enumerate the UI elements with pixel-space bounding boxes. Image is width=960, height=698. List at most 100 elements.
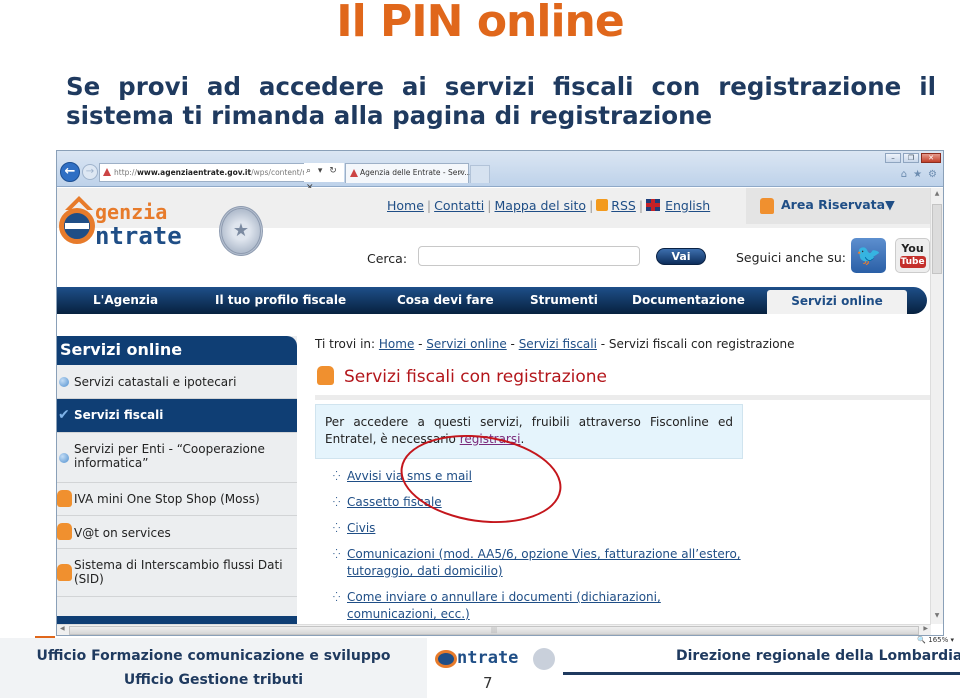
emblem-icon <box>533 648 555 670</box>
zoom-level[interactable]: 🔍 165% ▾ <box>917 636 954 644</box>
list-item: ⁛ Cassetto fiscale <box>325 494 745 511</box>
checkmark-icon: ✔ <box>58 406 70 423</box>
site-favicon-icon <box>103 168 111 176</box>
area-riservata-menu[interactable]: Area Riservata▼ <box>746 188 931 224</box>
settings-gear-icon[interactable]: ⚙ <box>928 169 937 180</box>
sidebar-item-servizi-fiscali[interactable]: ✔ Servizi fiscali <box>57 399 297 433</box>
link-comunicazioni[interactable]: Comunicazioni (mod. AA5/6, opzione Vies,… <box>347 547 741 578</box>
sidebar-item-iva-moss[interactable]: IVA mini One Stop Shop (Moss) <box>57 483 297 516</box>
bullet-icon: ⁛ <box>333 472 341 482</box>
link-civis[interactable]: Civis <box>347 521 375 535</box>
nav-cosa-devi-fare[interactable]: Cosa devi fare <box>397 287 494 314</box>
list-item: ⁛ Civis <box>325 520 745 537</box>
bullet-icon: ⁛ <box>333 593 341 603</box>
link-come-inviare[interactable]: Come inviare o annullare i documenti (di… <box>347 590 661 621</box>
services-list: ⁛ Avvisi via sms e mail ⁛ Cassetto fiscale… <box>325 468 745 624</box>
tab-favicon-icon <box>350 169 358 177</box>
sidebar: Servizi online Servizi catastali e ipote… <box>57 336 297 624</box>
link-avvisi[interactable]: Avvisi via sms e mail <box>347 469 472 483</box>
back-button[interactable]: ← <box>60 162 80 182</box>
search-button[interactable]: Vai <box>656 248 706 265</box>
youtube-icon[interactable]: You Tube <box>895 238 930 273</box>
restore-button[interactable]: ❐ <box>903 153 919 163</box>
agenzia-entrate-logo[interactable]: genzia ntrate ★ <box>57 196 267 256</box>
lock-icon <box>317 366 334 385</box>
link-rss[interactable]: RSS <box>611 198 636 213</box>
footer-rule <box>563 672 960 675</box>
window-controls: – ❐ ✕ <box>885 153 941 163</box>
nav-agenzia[interactable]: L'Agenzia <box>93 287 158 314</box>
new-tab-button[interactable] <box>470 165 490 183</box>
bullet-icon: ⁛ <box>333 524 341 534</box>
uk-flag-icon <box>646 199 661 211</box>
footer-direction: Direzione regionale della Lombardia <box>676 648 960 664</box>
tab-close-icon[interactable]: × <box>458 164 464 182</box>
republic-emblem-icon: ★ <box>219 206 263 256</box>
follow-label: Seguici anche su: <box>736 250 846 265</box>
minimize-button[interactable]: – <box>885 153 901 163</box>
breadcrumb-servizi-fiscali[interactable]: Servizi fiscali <box>519 337 597 351</box>
page-title: Servizi fiscali con registrazione <box>317 366 607 387</box>
lock-icon <box>57 523 72 540</box>
nav-strumenti[interactable]: Strumenti <box>530 287 598 314</box>
list-item: ⁛ Avvisi via sms e mail <box>325 468 745 485</box>
sidebar-heading: Servizi online <box>57 336 297 365</box>
slide-title: Il PIN online <box>336 0 624 47</box>
main-navigation: L'Agenzia Il tuo profilo fiscale Cosa de… <box>57 287 927 314</box>
address-tools[interactable]: ⌕ ▾ ↻ ✕ <box>304 163 344 193</box>
browser-tab[interactable]: Agenzia delle Entrate - Serv... × <box>345 163 472 183</box>
list-item: ⁛ Comunicazioni (mod. AA5/6, opzione Vies… <box>325 546 745 580</box>
link-contatti[interactable]: Contatti <box>434 198 484 213</box>
sidebar-item-servizi-enti[interactable]: Servizi per Enti - “Cooperazione informa… <box>57 433 297 483</box>
search-label: Cerca: <box>367 251 408 266</box>
back-arrow-icon: ← <box>64 164 76 179</box>
nav-profilo-fiscale[interactable]: Il tuo profilo fiscale <box>215 287 346 314</box>
vertical-scrollbar[interactable]: ▲ ▼ <box>930 188 943 624</box>
info-box: Per accedere a questi servizi, fruibili … <box>315 404 743 459</box>
browser-toolbar: ⌂ ★ ⚙ <box>901 169 937 180</box>
breadcrumb-servizi-online[interactable]: Servizi online <box>426 337 506 351</box>
sidebar-footer-bar <box>57 616 297 624</box>
close-window-button[interactable]: ✕ <box>921 153 941 163</box>
sidebar-item-servizi-catastali[interactable]: Servizi catastali e ipotecari <box>57 365 297 399</box>
sidebar-item-sid[interactable]: Sistema di Interscambio flussi Dati (SID… <box>57 549 297 597</box>
register-link[interactable]: registrarsi <box>460 432 521 446</box>
twitter-icon[interactable]: 🐦 <box>851 238 886 273</box>
browser-chrome: ← → http://www.agenziaentrate.gov.it/wps… <box>57 151 943 193</box>
nav-documentazione[interactable]: Documentazione <box>632 287 745 314</box>
footer-left-panel <box>0 638 427 698</box>
search-input[interactable] <box>418 246 640 266</box>
footer-office-2: Ufficio Gestione tributi <box>123 672 304 688</box>
nav-servizi-online[interactable]: Servizi online <box>767 290 907 314</box>
forward-arrow-icon: → <box>85 166 95 177</box>
forward-button[interactable]: → <box>82 164 98 180</box>
title-divider <box>315 395 931 400</box>
home-icon[interactable]: ⌂ <box>901 169 907 180</box>
slide-subtitle: Se provi ad accedere ai servizi fiscali … <box>66 72 936 130</box>
list-item: ⁛ Come inviare o annullare i documenti (d… <box>325 589 745 623</box>
link-english[interactable]: English <box>665 198 710 213</box>
bullet-icon: ⁛ <box>333 498 341 508</box>
horizontal-scrollbar[interactable]: ◀ ||| ▶ <box>57 624 931 635</box>
bullet-icon <box>59 452 69 463</box>
rss-icon <box>596 199 609 211</box>
lock-icon <box>57 490 72 507</box>
breadcrumb-home[interactable]: Home <box>379 337 414 351</box>
breadcrumb: Ti trovi in: Home - Servizi online - Ser… <box>315 337 795 351</box>
link-cassetto-fiscale[interactable]: Cassetto fiscale <box>347 495 442 509</box>
favorites-star-icon[interactable]: ★ <box>913 169 922 180</box>
footer-logo: ntrate <box>433 646 563 672</box>
footer-office-1: Ufficio Formazione comunicazione e svilu… <box>36 648 391 664</box>
sidebar-item-vat-services[interactable]: V@t on services <box>57 516 297 549</box>
page-number: 7 <box>483 674 493 692</box>
link-mappa-sito[interactable]: Mappa del sito <box>495 198 587 213</box>
browser-window: ← → http://www.agenziaentrate.gov.it/wps… <box>56 150 944 636</box>
link-home[interactable]: Home <box>387 198 424 213</box>
tab-title: Agenzia delle Entrate - Serv... <box>360 168 472 177</box>
web-page: genzia ntrate ★ Home | Contatti | Mappa del … <box>57 188 931 624</box>
breadcrumb-current: Servizi fiscali con registrazione <box>608 337 795 351</box>
bullet-icon: ⁛ <box>333 550 341 560</box>
lock-icon <box>57 563 72 581</box>
top-links: Home | Contatti | Mappa del sito | RSS | English <box>387 198 711 213</box>
lock-icon <box>760 198 774 214</box>
